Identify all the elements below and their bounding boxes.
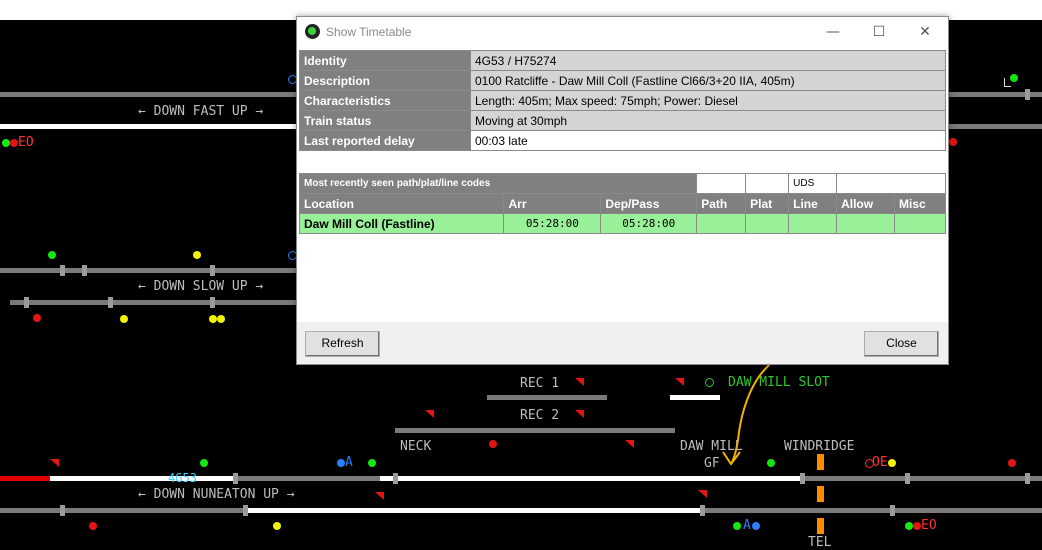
- cell-allow: [836, 213, 895, 234]
- seen-codes-title: Most recently seen path/plat/line codes: [298, 173, 698, 194]
- info-row: Last reported delay 00:03 late: [299, 130, 946, 151]
- seen-line-cell: UDS: [788, 173, 838, 194]
- dialog-footer: Refresh Close: [297, 322, 948, 364]
- info-value: Moving at 30mph: [470, 110, 946, 131]
- train-info-table: Identity 4G53 / H75274 Description 0100 …: [299, 50, 946, 151]
- info-row: Characteristics Length: 405m; Max speed:…: [299, 90, 946, 111]
- dialog-title: Show Timetable: [326, 25, 412, 39]
- info-label: Last reported delay: [299, 130, 471, 151]
- app-icon: [305, 24, 320, 39]
- cell-dep: 05:28:00: [600, 213, 698, 234]
- info-value: 00:03 late: [470, 130, 946, 151]
- close-window-button[interactable]: ✕: [902, 17, 948, 48]
- maximize-button[interactable]: ☐: [856, 17, 902, 48]
- cell-arr: 05:28:00: [503, 213, 602, 234]
- cell-plat: [745, 213, 790, 234]
- info-row: Identity 4G53 / H75274: [299, 50, 946, 71]
- col-header-misc: Misc: [894, 193, 946, 214]
- col-header-plat: Plat: [745, 193, 790, 214]
- info-value: 4G53 / H75274: [470, 50, 946, 71]
- refresh-button[interactable]: Refresh: [305, 331, 380, 357]
- col-header-allow: Allow: [836, 193, 895, 214]
- minimize-button[interactable]: —: [810, 17, 856, 48]
- col-header-arr: Arr: [503, 193, 602, 214]
- col-header-location: Location: [298, 193, 505, 214]
- cell-misc: [894, 213, 946, 234]
- seen-path-cell: [696, 173, 747, 194]
- timetable-header-row: Location Arr Dep/Pass Path Plat Line All…: [298, 193, 946, 214]
- info-value: 0100 Ratcliffe - Daw Mill Coll (Fastline…: [470, 70, 946, 91]
- cell-path: [696, 213, 747, 234]
- info-label: Description: [299, 70, 471, 91]
- seen-plat-cell: [745, 173, 790, 194]
- seen-blank-cell: [836, 173, 946, 194]
- col-header-dep: Dep/Pass: [600, 193, 698, 214]
- info-row: Description 0100 Ratcliffe - Daw Mill Co…: [299, 70, 946, 91]
- info-row: Train status Moving at 30mph: [299, 110, 946, 131]
- col-header-line: Line: [788, 193, 838, 214]
- timetable-grid: Most recently seen path/plat/line codes …: [298, 173, 946, 234]
- info-label: Characteristics: [299, 90, 471, 111]
- info-label: Identity: [299, 50, 471, 71]
- info-value: Length: 405m; Max speed: 75mph; Power: D…: [470, 90, 946, 111]
- info-label: Train status: [299, 110, 471, 131]
- seen-codes-row: Most recently seen path/plat/line codes …: [298, 173, 946, 194]
- dialog-titlebar[interactable]: Show Timetable — ☐ ✕: [297, 17, 948, 48]
- cell-line: [788, 213, 838, 234]
- table-row[interactable]: Daw Mill Coll (Fastline) 05:28:00 05:28:…: [298, 213, 946, 234]
- show-timetable-dialog: Show Timetable — ☐ ✕ Identity 4G53 / H75…: [296, 16, 949, 365]
- cell-location: Daw Mill Coll (Fastline): [298, 213, 505, 234]
- col-header-path: Path: [696, 193, 747, 214]
- close-button[interactable]: Close: [864, 331, 939, 357]
